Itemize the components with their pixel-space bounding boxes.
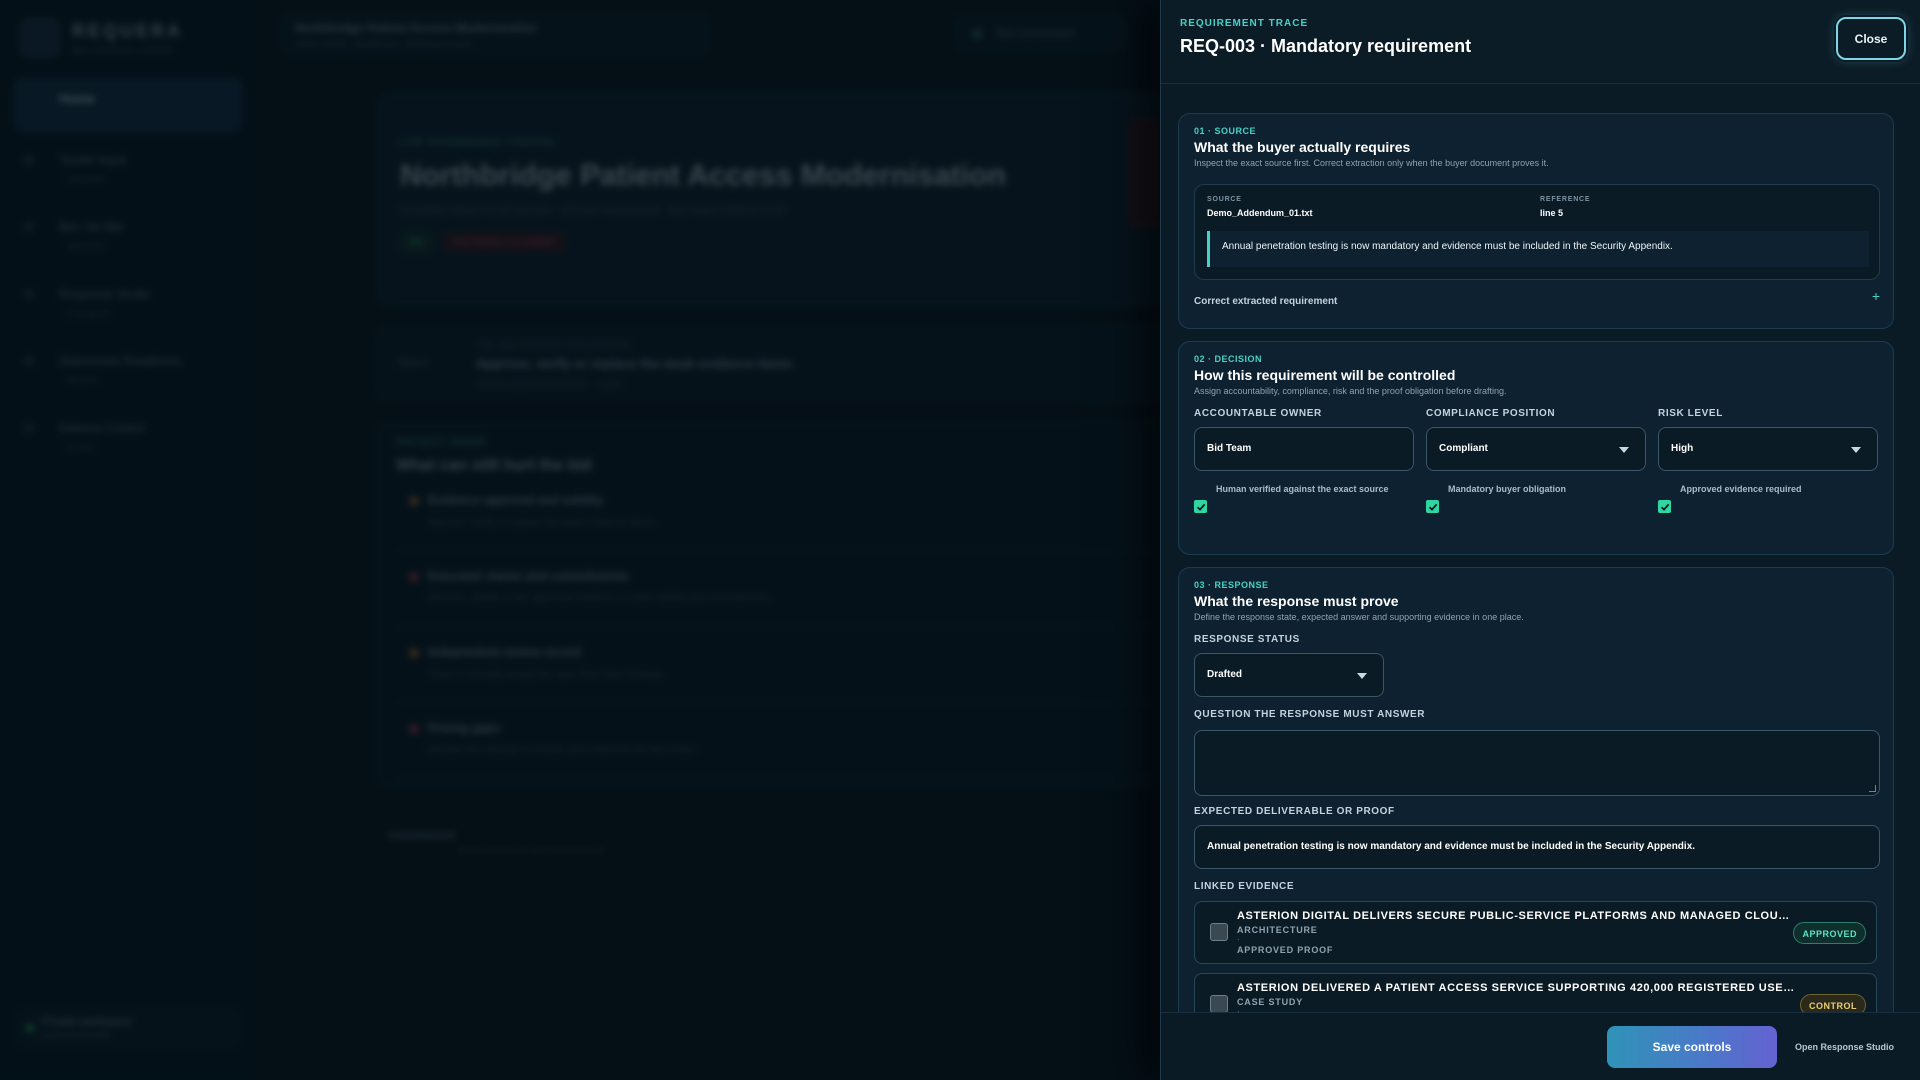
response-card: 03 · RESPONSE What the response must pro…	[1178, 567, 1894, 1012]
decision-card: 02 · DECISION How this requirement will …	[1178, 341, 1894, 555]
source-step: 01 · SOURCE	[1194, 126, 1257, 136]
source-subtitle: Inspect the exact source first. Correct …	[1194, 158, 1549, 168]
decision-title: How this requirement will be controlled	[1194, 367, 1456, 383]
risk-level-value: High	[1671, 443, 1694, 454]
human-verified-checkbox[interactable]	[1194, 500, 1207, 513]
approved-evidence-label: Approved evidence required	[1680, 484, 1802, 494]
chevron-down-icon	[1357, 673, 1367, 679]
evidence-category: CASE STUDY	[1237, 997, 1304, 1007]
check-icon	[1660, 503, 1669, 511]
decision-step: 02 · DECISION	[1194, 354, 1263, 364]
expected-deliverable-input[interactable]: Annual penetration testing is now mandat…	[1194, 825, 1880, 869]
drawer-eyebrow: REQUIREMENT TRACE	[1180, 18, 1309, 29]
response-subtitle: Define the response state, expected answ…	[1194, 612, 1524, 622]
drawer-body[interactable]: 01 · SOURCE What the buyer actually requ…	[1161, 84, 1920, 1012]
owner-label: ACCOUNTABLE OWNER	[1194, 408, 1322, 419]
source-key: SOURCE	[1207, 196, 1242, 203]
risk-level-label: RISK LEVEL	[1658, 408, 1723, 419]
chevron-down-icon	[1619, 447, 1629, 453]
correct-requirement-label: Correct extracted requirement	[1194, 296, 1338, 307]
check-icon	[1196, 503, 1205, 511]
human-verified-label: Human verified against the exact source	[1216, 484, 1389, 494]
mandatory-obligation-checkbox[interactable]	[1426, 500, 1439, 513]
approved-evidence-checkbox[interactable]	[1658, 500, 1671, 513]
response-status-value: Drafted	[1207, 669, 1243, 680]
evidence-title: ASTERION DELIVERED A PATIENT ACCESS SERV…	[1237, 982, 1797, 994]
chevron-down-icon	[1851, 447, 1861, 453]
resize-grip-icon[interactable]	[1869, 785, 1876, 792]
response-step: 03 · RESPONSE	[1194, 580, 1269, 590]
save-controls-button[interactable]: Save controls	[1607, 1026, 1777, 1068]
source-file: Demo_Addendum_01.txt	[1207, 208, 1313, 218]
evidence-category: ARCHITECTURE	[1237, 925, 1318, 935]
response-title: What the response must prove	[1194, 593, 1399, 609]
owner-value: Bid Team	[1207, 443, 1252, 454]
evidence-status-badge: CONTROL	[1800, 994, 1866, 1012]
source-quote: Annual penetration testing is now mandat…	[1207, 231, 1869, 267]
question-label: QUESTION THE RESPONSE MUST ANSWER	[1194, 709, 1426, 720]
reference-value: line 5	[1540, 208, 1564, 218]
source-card: 01 · SOURCE What the buyer actually requ…	[1178, 113, 1894, 329]
owner-field[interactable]: Bid Team	[1194, 427, 1414, 471]
evidence-checkbox[interactable]	[1210, 923, 1228, 941]
reference-key: REFERENCE	[1540, 196, 1591, 203]
compliance-value: Compliant	[1439, 443, 1488, 454]
drawer-title: REQ-003 · Mandatory requirement	[1180, 36, 1472, 56]
response-status-select[interactable]: Drafted	[1194, 653, 1384, 697]
close-button[interactable]: Close	[1836, 17, 1906, 60]
correct-requirement-toggle[interactable]: Correct extracted requirement +	[1194, 288, 1880, 307]
check-icon	[1428, 503, 1437, 511]
risk-level-select[interactable]: High	[1658, 427, 1878, 471]
compliance-select[interactable]: Compliant	[1426, 427, 1646, 471]
evidence-proof-type: APPROVED PROOF	[1237, 945, 1334, 955]
response-status-label: RESPONSE STATUS	[1194, 634, 1300, 645]
compliance-label: COMPLIANCE POSITION	[1426, 408, 1556, 419]
plus-icon: +	[1871, 288, 1880, 304]
linked-evidence-label: LINKED EVIDENCE	[1194, 881, 1295, 892]
source-title: What the buyer actually requires	[1194, 139, 1411, 155]
evidence-item[interactable]: ASTERION DIGITAL DELIVERS SECURE PUBLIC-…	[1194, 901, 1877, 964]
evidence-status-badge: APPROVED	[1793, 922, 1866, 944]
source-box: SOURCE Demo_Addendum_01.txt REFERENCE li…	[1194, 184, 1880, 280]
mandatory-obligation-label: Mandatory buyer obligation	[1448, 484, 1567, 494]
requirement-trace-drawer: REQUIREMENT TRACE REQ-003 · Mandatory re…	[1160, 0, 1920, 1080]
drawer-header: REQUIREMENT TRACE REQ-003 · Mandatory re…	[1161, 0, 1920, 84]
evidence-checkbox[interactable]	[1210, 995, 1228, 1012]
open-response-studio-link[interactable]: Open Response Studio	[1795, 1042, 1894, 1052]
evidence-item[interactable]: ASTERION DELIVERED A PATIENT ACCESS SERV…	[1194, 973, 1877, 1012]
expected-label: EXPECTED DELIVERABLE OR PROOF	[1194, 806, 1395, 817]
decision-subtitle: Assign accountability, compliance, risk …	[1194, 386, 1507, 396]
question-textarea[interactable]	[1194, 730, 1880, 796]
evidence-title: ASTERION DIGITAL DELIVERS SECURE PUBLIC-…	[1237, 910, 1797, 922]
drawer-footer: Save controls Open Response Studio	[1161, 1012, 1920, 1080]
evidence-separator: ·	[1237, 935, 1240, 944]
